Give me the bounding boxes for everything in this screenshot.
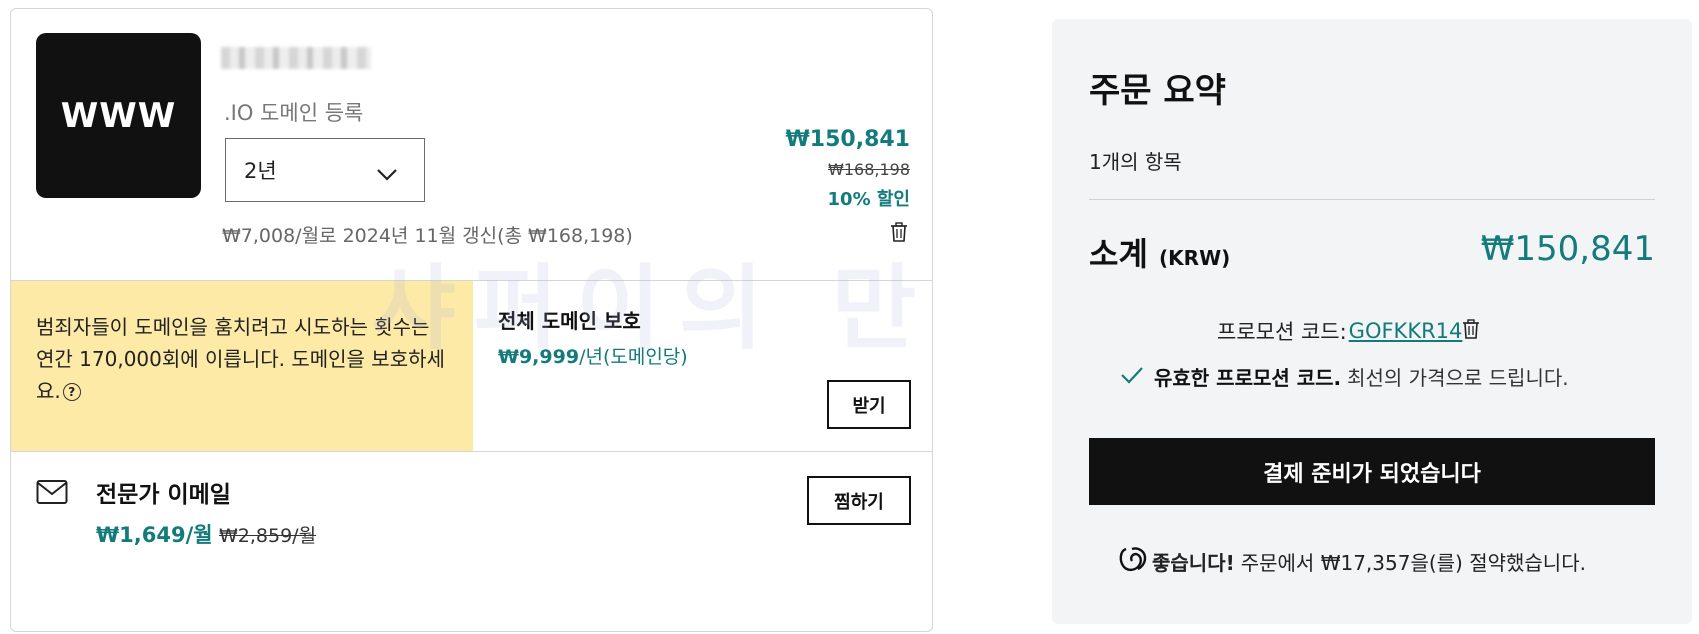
subtotal-label: 소계 (KRW) bbox=[1089, 229, 1230, 275]
chevron-down-icon bbox=[376, 163, 398, 187]
blurred-domain-name bbox=[221, 47, 371, 69]
trash-icon[interactable] bbox=[890, 222, 908, 246]
protection-price: ₩9,999/년(도메인당) bbox=[498, 342, 688, 369]
save-email-button[interactable]: 찜하기 bbox=[807, 476, 911, 525]
protection-warning-text: 범죄자들이 도메인을 훔치려고 시도하는 횟수는 연간 170,000회에 이릅… bbox=[36, 315, 445, 403]
domain-logo-text: WWW bbox=[60, 95, 177, 136]
check-icon bbox=[1120, 365, 1144, 389]
protection-title: 전체 도메인 보호 bbox=[498, 309, 641, 333]
summary-title: 주문 요약 bbox=[1089, 71, 1226, 111]
price-column: ₩150,841 ₩168,198 10% 할인 bbox=[786, 127, 910, 211]
promo-code-link[interactable]: GOFKKR14 bbox=[1349, 319, 1463, 343]
savings-rest: 주문에서 ₩17,357을(를) 절약했습니다. bbox=[1240, 551, 1586, 575]
help-icon[interactable]: ? bbox=[62, 383, 81, 401]
checkout-button[interactable]: 결제 준비가 되었습니다 bbox=[1089, 438, 1655, 505]
protection-price-amount: ₩9,999 bbox=[498, 346, 580, 368]
promo-label: 프로모션 코드: bbox=[1217, 320, 1347, 344]
subtotal-label-text: 소계 bbox=[1089, 235, 1148, 273]
promo-row: 프로모션 코드: GOFKKR14 bbox=[1217, 316, 1480, 346]
item-discount: 10% 할인 bbox=[827, 189, 910, 210]
cart-item-card: WWW .IO 도메인 등록 2년 ₩7,008/월로 2024년 11월 갱신… bbox=[10, 8, 933, 632]
promo-valid-bold: 유효한 프로모션 코드. bbox=[1154, 366, 1342, 390]
mail-icon bbox=[36, 479, 68, 509]
currency-label: (KRW) bbox=[1159, 246, 1231, 270]
item-original-price: ₩168,198 bbox=[828, 160, 910, 179]
get-protection-button[interactable]: 받기 bbox=[827, 380, 911, 429]
domain-logo: WWW bbox=[36, 33, 201, 198]
trash-icon[interactable] bbox=[1462, 318, 1480, 344]
divider bbox=[11, 451, 932, 452]
godaddy-logo-icon bbox=[1118, 545, 1148, 578]
term-select[interactable]: 2년 bbox=[225, 138, 425, 202]
protection-warning: 범죄자들이 도메인을 훔치려고 시도하는 횟수는 연간 170,000회에 이릅… bbox=[11, 281, 473, 451]
item-price: ₩150,841 bbox=[785, 127, 910, 152]
promo-valid-message: 유효한 프로모션 코드. 최선의 가격으로 드립니다. bbox=[1120, 362, 1569, 391]
protection-price-suffix: /년(도메인당) bbox=[579, 346, 688, 368]
savings-message: 좋습니다! 주문에서 ₩17,357을(를) 절약했습니다. bbox=[1118, 545, 1586, 578]
renewal-text: ₩7,008/월로 2024년 11월 갱신(총 ₩168,198) bbox=[222, 225, 633, 247]
term-select-value: 2년 bbox=[244, 159, 277, 183]
email-title: 전문가 이메일 bbox=[96, 482, 231, 508]
promo-valid-rest: 최선의 가격으로 드립니다. bbox=[1347, 366, 1569, 390]
item-count: 1개의 항목 bbox=[1089, 150, 1182, 174]
divider bbox=[1089, 199, 1655, 200]
order-summary: 주문 요약 1개의 항목 소계 (KRW) ₩150,841 프로모션 코드: … bbox=[1052, 19, 1692, 624]
savings-bold: 좋습니다! bbox=[1152, 551, 1235, 575]
email-price: ₩1,649/월 bbox=[96, 523, 213, 547]
email-original-price: ₩2,859/월 bbox=[219, 525, 317, 547]
product-subtitle: .IO 도메인 등록 bbox=[224, 101, 364, 125]
subtotal-value: ₩150,841 bbox=[1480, 229, 1655, 269]
